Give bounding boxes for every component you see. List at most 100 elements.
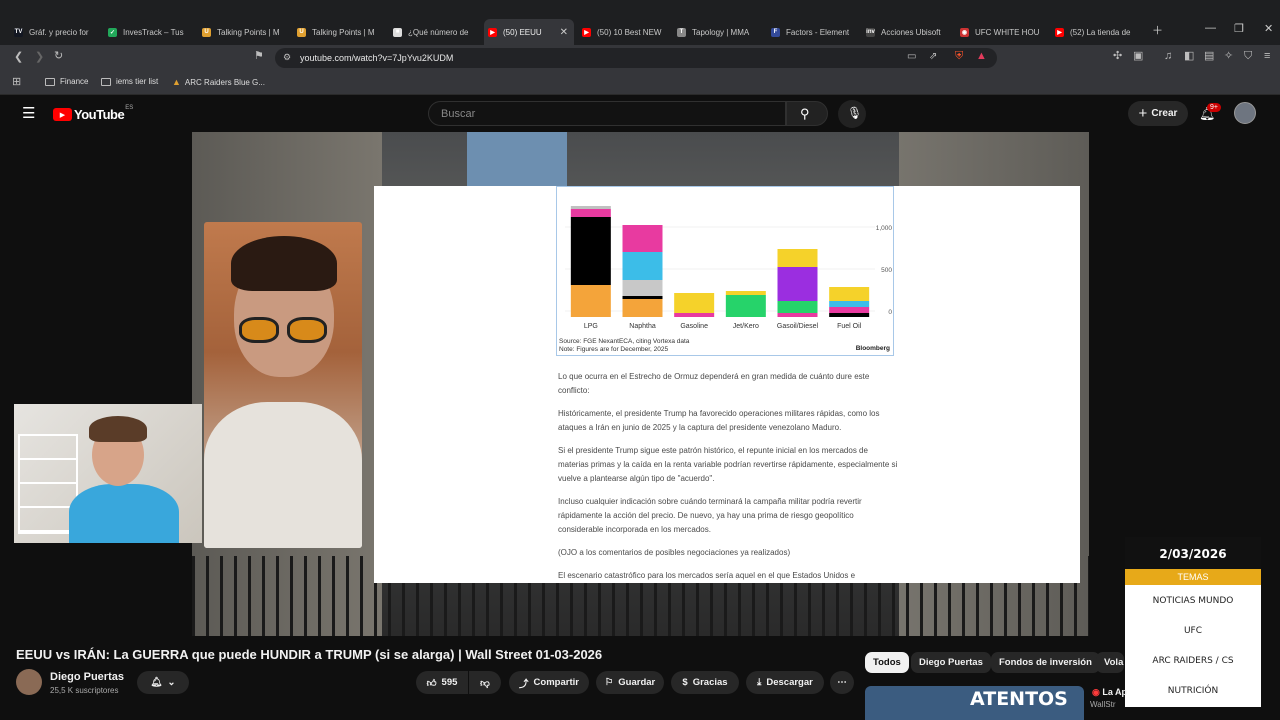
brave-rewards-icon[interactable]: ▲ (976, 51, 987, 62)
channel-name[interactable]: Diego Puertas (50, 671, 124, 683)
save-icon: ⚐ (604, 677, 614, 688)
close-window-icon[interactable]: ✕ (1264, 22, 1273, 35)
more-icon: ⋯ (837, 677, 847, 688)
brave-shields-icon[interactable]: ⛨ (955, 51, 963, 62)
forward-icon[interactable]: ❯ (35, 52, 44, 63)
search-icon: ⚲ (800, 106, 810, 121)
chip-channel[interactable]: Diego Puertas (911, 652, 991, 673)
download-button[interactable]: ⤓ Descargar (746, 671, 824, 694)
wallet-icon[interactable]: ▤ (1204, 51, 1214, 62)
vpn-icon[interactable]: ⛉ (1244, 51, 1252, 62)
browser-tab[interactable]: ▶ (50) 10 Best NEW (578, 19, 668, 45)
browser-tab-strip: TV Gráf. y precio for ✓ InvesTrack – Tus U Ta… (0, 0, 1280, 45)
microphone-icon: 🎙︎ (847, 106, 863, 120)
chip-funds[interactable]: Fondos de inversión (991, 652, 1100, 673)
tab-label: Acciones Ubisoft (881, 27, 941, 37)
browser-tab[interactable]: T Tapology | MMA (673, 19, 763, 45)
share-button[interactable]: ⤴ Compartir (509, 671, 589, 694)
apps-grid-icon[interactable]: ⊞ (12, 77, 21, 88)
reload-icon[interactable]: ↻ (54, 51, 63, 62)
media-icon[interactable]: ♫ (1164, 51, 1172, 62)
back-icon[interactable]: ❮ (14, 52, 23, 63)
bar-segment (622, 296, 663, 299)
bar-segment (622, 299, 663, 317)
plus-icon: + (1138, 105, 1148, 122)
overlay-topic: UFC (1183, 626, 1203, 636)
folder-icon (101, 77, 111, 86)
browser-tab[interactable]: ▶ (50) EEUU ✕ (484, 19, 574, 45)
video-bg-sky (467, 132, 567, 192)
bar-segment (829, 287, 870, 301)
bookmark-arc-raiders[interactable]: ▲ ARC Raiders Blue G... (172, 77, 265, 87)
tab-favicon-icon: U (202, 27, 211, 37)
chip-vola[interactable]: Vola (1096, 652, 1124, 673)
more-actions-button[interactable]: ⋯ (830, 671, 854, 694)
browser-tab[interactable]: inv Acciones Ubisoft (862, 19, 952, 45)
presenter-shirt (204, 402, 362, 548)
address-bar[interactable]: ⚙ youtube.com/watch?v=7JpYvu2KUDM ▭ ⇗ ⛨ … (275, 48, 997, 68)
browser-tab[interactable]: U Talking Points | M (198, 19, 288, 45)
browser-tab[interactable]: TV Gráf. y precio for (10, 19, 100, 45)
leo-icon[interactable]: ✧ (1224, 51, 1233, 62)
voice-search-button[interactable]: 🎙︎ (838, 100, 866, 128)
tab-label: (52) La tienda de (1070, 27, 1131, 37)
video-player[interactable]: 1,000 500 0 LPG Naphtha Gasoline Jet/Kero Gasoi… (192, 132, 1089, 636)
create-button[interactable]: + Crear (1128, 101, 1188, 126)
menu-icon[interactable]: ≡ (1264, 51, 1270, 62)
account-avatar[interactable] (1234, 102, 1256, 124)
bar-chart-svg: 1,000 500 0 LPG Naphtha Gasoline Jet/Kero Gasoi… (565, 206, 892, 330)
tab-label: Factors - Element (786, 27, 850, 37)
maximize-icon[interactable]: ❐ (1234, 22, 1244, 35)
search-button[interactable]: ⚲ (786, 101, 828, 126)
minimize-icon[interactable]: — (1205, 22, 1216, 34)
subscriber-count: 25,5 K suscriptores (50, 686, 119, 695)
bar-segment (570, 285, 611, 317)
close-tab-icon[interactable]: ✕ (560, 27, 568, 38)
article-screenshot: 1,000 500 0 LPG Naphtha Gasoline Jet/Kero Gasoi… (374, 186, 1080, 583)
channel-avatar[interactable] (16, 669, 42, 695)
dislike-button[interactable]: 👎︎ (469, 671, 501, 694)
bar-segment (622, 280, 663, 296)
presenter-hair (231, 236, 337, 291)
tab-label: Tapology | MMA (692, 27, 750, 37)
reactor-webcam (14, 404, 202, 543)
tab-favicon-icon: ◉ (960, 27, 969, 37)
download-icon: ⤓ (757, 677, 762, 688)
share-page-icon[interactable]: ⇗ (929, 52, 937, 62)
thanks-button[interactable]: $ Gracias (671, 671, 739, 694)
save-button[interactable]: ⚐ Guardar (596, 671, 664, 694)
bar-segment (777, 267, 818, 301)
chart-source: Source: FGE NexantECA, citing Vortexa da… (559, 338, 690, 345)
browser-tab[interactable]: ✓ InvesTrack – Tus (104, 19, 194, 45)
site-info-icon[interactable]: ⚙ (283, 53, 291, 62)
sidebar-icon[interactable]: ◧ (1184, 51, 1194, 62)
browser-toolbar: ❮ ❯ ↻ ⚑ ⚙ youtube.com/watch?v=7JpYvu2KUD… (0, 45, 1280, 71)
browser-tab[interactable]: ◉ UFC WHITE HOU (956, 19, 1046, 45)
browser-tab[interactable]: U Talking Points | M (293, 19, 383, 45)
youtube-logo[interactable]: ▶ YouTube ES (53, 105, 133, 122)
chip-all[interactable]: Todos (865, 652, 909, 673)
recommended-thumbnail[interactable]: ATENTOS (865, 686, 1084, 720)
overlay-topic: NUTRICIÓN (1167, 686, 1219, 696)
bookmark-page-icon[interactable]: ⚑ (254, 51, 264, 62)
browser-tab[interactable]: F Factors - Element (767, 19, 857, 45)
bookmark-iems[interactable]: iems tier list (101, 77, 158, 86)
search-input[interactable]: Buscar (428, 101, 786, 126)
tab-favicon-icon: inv (866, 27, 875, 37)
hamburger-menu-icon[interactable]: ☰ (22, 106, 35, 121)
extensions-icon[interactable]: ✣ (1113, 51, 1122, 62)
like-button[interactable]: 👍︎ 595 (416, 671, 468, 694)
browser-tab[interactable]: ■ ¿Qué número de (389, 19, 479, 45)
new-tab-button[interactable]: ＋ (1152, 22, 1163, 38)
tab-favicon-icon: TV (14, 27, 23, 37)
cast-icon[interactable]: ▭ (907, 52, 916, 62)
y-tick-label: 500 (881, 267, 892, 274)
tab-favicon-icon: T (677, 27, 686, 37)
bookmark-finance[interactable]: Finance (45, 77, 88, 86)
x-category-label: Gasoline (680, 323, 708, 330)
subscribe-bell-button[interactable]: 🔔︎ ⌄ (137, 671, 189, 694)
recommended-title[interactable]: ◉ La Ap (1092, 687, 1127, 698)
notification-badge: 9+ (1207, 103, 1221, 112)
browser-tab[interactable]: ▶ (52) La tienda de (1051, 19, 1141, 45)
screenshot-icon[interactable]: ▣ (1133, 51, 1143, 62)
